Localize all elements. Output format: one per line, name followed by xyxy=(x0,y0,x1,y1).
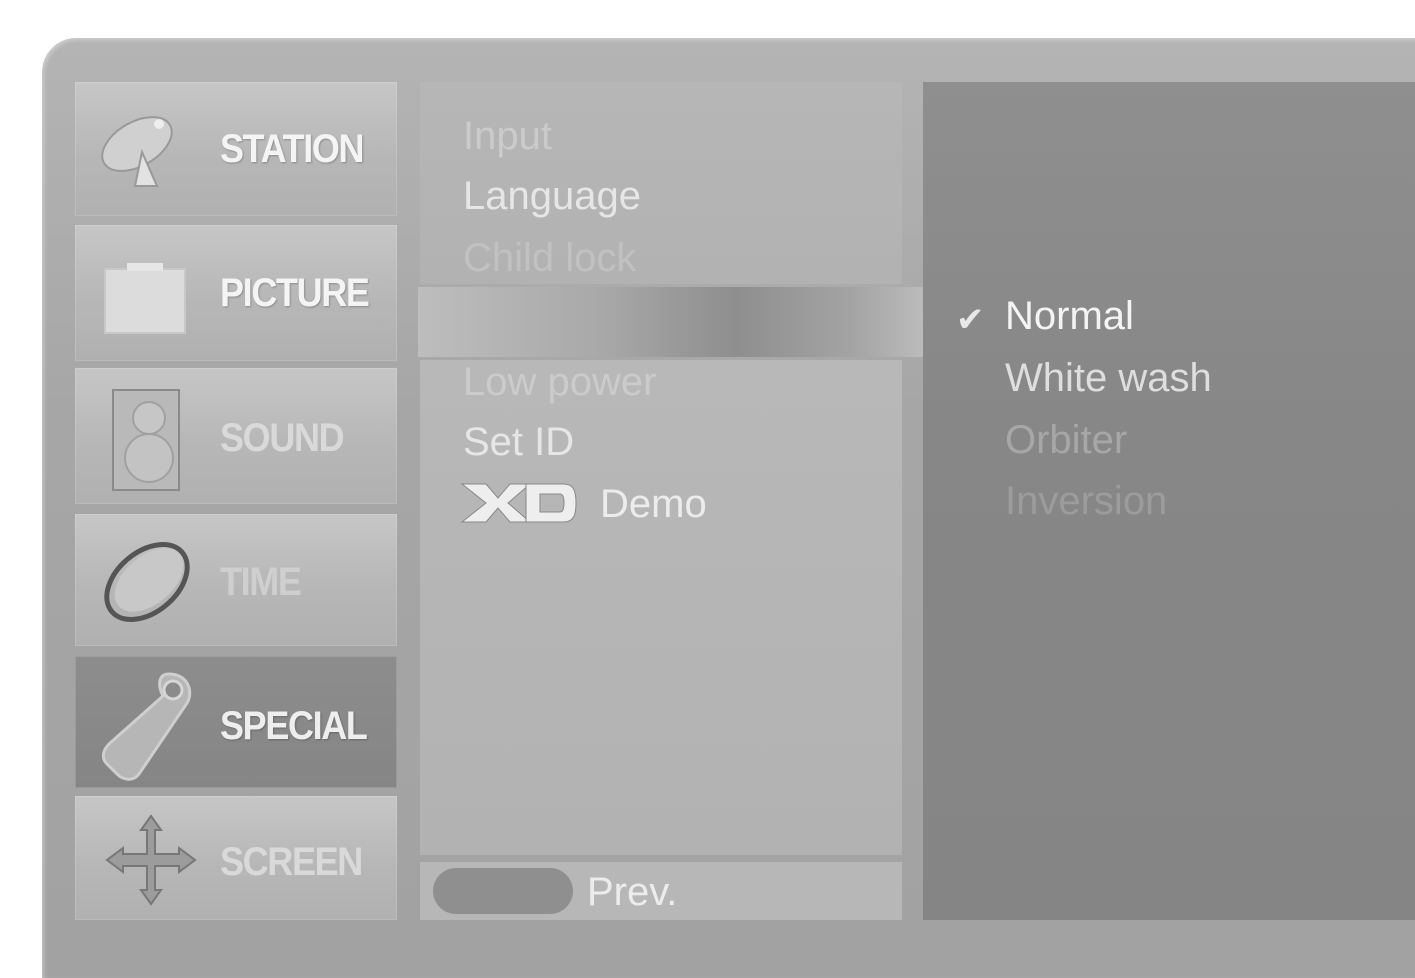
speaker-icon xyxy=(105,386,185,501)
prev-button[interactable] xyxy=(433,868,573,914)
option-inversion[interactable]: Inversion xyxy=(1005,479,1167,524)
category-label: SCREEN xyxy=(220,840,363,884)
category-label: SOUND xyxy=(220,416,345,460)
menu-item-input[interactable]: Input xyxy=(463,114,552,159)
menu-item-language[interactable]: Language xyxy=(463,174,641,219)
clock-icon xyxy=(97,536,197,633)
category-time[interactable]: TIME xyxy=(75,514,397,646)
screen-icon xyxy=(97,259,193,344)
category-label: SPECIAL xyxy=(220,704,368,748)
menu-item-set-id[interactable]: Set ID xyxy=(463,420,574,465)
category-label: TIME xyxy=(220,560,302,604)
menu-item-child-lock[interactable]: Child lock xyxy=(463,236,636,276)
option-normal[interactable]: Normal xyxy=(1005,294,1134,339)
category-screen[interactable]: SCREEN xyxy=(75,796,397,920)
arrows-move-icon xyxy=(103,814,199,911)
option-orbiter[interactable]: Orbiter xyxy=(1005,418,1127,463)
options-panel xyxy=(923,82,1415,920)
category-picture[interactable]: PICTURE xyxy=(75,225,397,361)
check-icon: ✔ xyxy=(956,301,985,339)
category-label: PICTURE xyxy=(220,271,370,315)
category-special[interactable]: SPECIAL xyxy=(75,656,397,788)
option-white-wash[interactable]: White wash xyxy=(1005,356,1212,401)
category-label: STATION xyxy=(220,127,365,171)
prev-label: Prev. xyxy=(587,870,678,914)
tag-icon xyxy=(99,666,199,787)
satellite-dish-icon xyxy=(97,104,187,199)
xd-logo xyxy=(460,482,578,524)
menu-item-low-power[interactable]: Low power xyxy=(463,360,656,405)
menu-selection-highlight[interactable] xyxy=(418,287,930,357)
category-station[interactable]: STATION xyxy=(75,82,397,216)
menu-item-xd-demo[interactable]: Demo xyxy=(600,482,707,527)
category-sound[interactable]: SOUND xyxy=(75,368,397,504)
